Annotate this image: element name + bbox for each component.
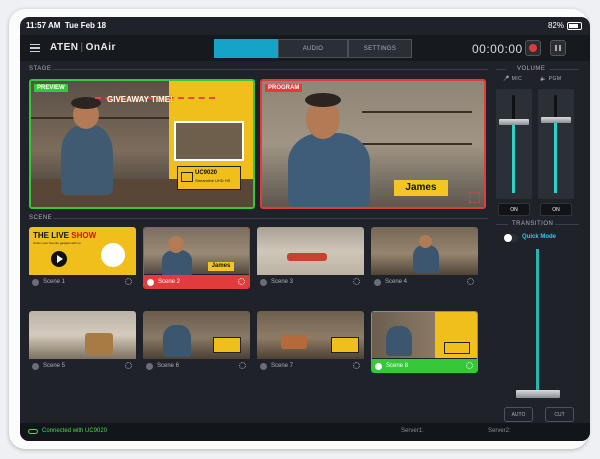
server1-label: Server1: xyxy=(401,428,424,434)
connection-status: Connected with UC9020 xyxy=(28,428,107,434)
tablet-frame: 11:57 AM Tue Feb 18 82% ATEN | OnAir AUDIO… xyxy=(9,9,590,449)
sandwich xyxy=(281,335,307,349)
scene-icon xyxy=(32,278,39,286)
speaker-icon: 🔈 xyxy=(540,76,547,82)
pgm-level-fill xyxy=(554,119,557,193)
scene-divider xyxy=(53,218,488,219)
preview-inset-video xyxy=(174,121,244,161)
status-time: 11:57 AM Tue Feb 18 xyxy=(26,21,107,30)
mic-on-button[interactable]: ON xyxy=(498,203,530,216)
gear-icon[interactable] xyxy=(238,278,245,285)
scene-tile-1[interactable]: THE LIVE SHOW Unbox your favorite gadget… xyxy=(29,227,136,289)
gear-icon[interactable] xyxy=(467,278,474,285)
app-screen: 11:57 AM Tue Feb 18 82% ATEN | OnAir AUDIO… xyxy=(20,17,590,441)
scene-icon xyxy=(374,278,381,286)
link-icon xyxy=(28,428,38,434)
mic-level-fill xyxy=(512,122,515,193)
pgm-label: 🔈 PGM xyxy=(540,76,562,82)
play-icon xyxy=(51,251,67,267)
gear-icon[interactable] xyxy=(353,362,360,369)
gear-icon[interactable] xyxy=(353,278,360,285)
preview-host xyxy=(61,125,113,195)
product-icon xyxy=(181,172,193,182)
program-name-tag: James xyxy=(394,180,448,196)
program-monitor[interactable]: PROGRAM James xyxy=(260,79,486,209)
scene-tile-5[interactable]: Scene 5 xyxy=(29,311,136,373)
mic-volume-thumb[interactable] xyxy=(499,119,529,126)
live-show-title: THE LIVE SHOW xyxy=(33,231,97,240)
record-button[interactable] xyxy=(525,40,541,56)
tab-settings[interactable]: SETTINGS xyxy=(348,39,412,58)
mic-icon: 🎤 xyxy=(503,76,510,82)
scene-tile-8[interactable]: Scene 8 xyxy=(371,311,478,373)
battery-status: 82% xyxy=(548,21,582,30)
preview-banner: GIVEAWAY TIME! xyxy=(107,95,173,104)
volume-label: VOLUME xyxy=(517,66,546,72)
product-card: UC9020 Streamlink UHD HS xyxy=(177,166,241,190)
mic-label: 🎤 MIC xyxy=(503,76,523,82)
pgm-volume-slider[interactable] xyxy=(538,89,574,199)
fullscreen-icon[interactable] xyxy=(469,192,480,203)
transition-label: TRANSITION xyxy=(512,221,554,227)
program-badge: PROGRAM xyxy=(265,84,303,92)
pause-button[interactable] xyxy=(550,40,566,56)
preview-badge: PREVIEW xyxy=(34,84,68,92)
preview-monitor[interactable]: GIVEAWAY TIME! UC9020 Streamlink UHD HS … xyxy=(29,79,255,209)
scene-tile-6[interactable]: Scene 6 xyxy=(143,311,250,373)
status-footer: Connected with UC9020 Server1: Server2: xyxy=(20,423,590,441)
quick-mode-toggle[interactable] xyxy=(504,234,518,242)
program-host xyxy=(288,133,370,207)
battery-icon xyxy=(567,21,582,30)
gear-icon[interactable] xyxy=(466,362,473,369)
scene-tile-7[interactable]: Scene 7 xyxy=(257,311,364,373)
scene-tile-4[interactable]: Scene 4 xyxy=(371,227,478,289)
menu-icon[interactable] xyxy=(30,44,40,53)
stage-label: STAGE xyxy=(29,66,52,72)
auto-button[interactable]: AUTO xyxy=(504,407,533,422)
scene-icon xyxy=(146,362,153,370)
app-logo: ATEN | OnAir xyxy=(50,42,116,53)
host-avatar xyxy=(101,243,125,267)
product-card xyxy=(213,337,241,353)
mode-tabs: AUDIO SETTINGS xyxy=(214,39,412,58)
server2-label: Server2: xyxy=(488,428,511,434)
scene-icon xyxy=(32,362,39,370)
mic-volume-slider[interactable] xyxy=(496,89,532,199)
scene-tile-2[interactable]: James Scene 2 xyxy=(143,227,250,289)
gear-icon[interactable] xyxy=(125,278,132,285)
scene-label: SCENE xyxy=(29,215,53,221)
gear-icon[interactable] xyxy=(239,362,246,369)
stream-timer: 00:00:00 xyxy=(472,42,523,56)
scene-tile-3[interactable]: Scene 3 xyxy=(257,227,364,289)
transition-t-bar[interactable] xyxy=(516,390,560,398)
food-items xyxy=(287,253,327,261)
pgm-volume-thumb[interactable] xyxy=(541,116,571,123)
jars xyxy=(85,333,113,355)
product-card xyxy=(444,342,470,354)
scene-icon xyxy=(260,278,267,286)
tab-video[interactable] xyxy=(214,39,278,58)
scene-icon xyxy=(375,362,382,370)
scene-icon xyxy=(260,362,267,370)
scene2-name-tag: James xyxy=(208,262,234,271)
scene-icon xyxy=(147,278,154,286)
tab-audio[interactable]: AUDIO xyxy=(278,39,348,58)
quick-mode-label: Quick Mode xyxy=(522,234,557,240)
pgm-on-button[interactable]: ON xyxy=(540,203,572,216)
stage-divider xyxy=(53,69,488,70)
product-card xyxy=(331,337,359,353)
status-bar: 11:57 AM Tue Feb 18 82% xyxy=(20,17,590,35)
top-bar: ATEN | OnAir AUDIO SETTINGS 00:00:00 xyxy=(20,35,590,61)
cut-button[interactable]: CUT xyxy=(545,407,574,422)
transition-fill xyxy=(536,249,539,394)
gear-icon[interactable] xyxy=(125,362,132,369)
